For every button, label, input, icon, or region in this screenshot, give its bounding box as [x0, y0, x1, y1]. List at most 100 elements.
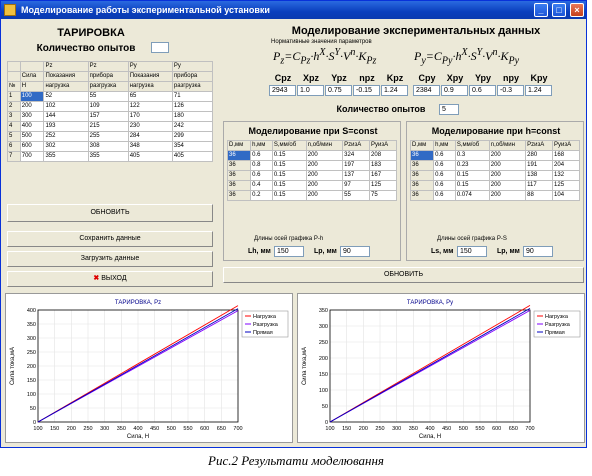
table-cell[interactable]: 6 [7, 141, 21, 152]
table-cell[interactable]: 170 [127, 111, 173, 122]
table-cell[interactable]: 117 [525, 180, 554, 191]
table-cell[interactable]: 109 [87, 101, 129, 112]
table-cell[interactable]: 125 [369, 180, 397, 191]
table-cell[interactable]: 144 [43, 111, 89, 122]
table-cell[interactable]: 126 [171, 101, 214, 112]
table-cell[interactable]: 65 [127, 91, 173, 102]
table-cell[interactable]: разгрузка [87, 81, 129, 92]
table-cell[interactable]: 0.23 [454, 160, 490, 171]
table-cell[interactable]: 204 [552, 160, 580, 171]
table-cell[interactable]: 405 [171, 151, 214, 162]
table-cell[interactable]: 200 [305, 180, 344, 191]
table-cell[interactable]: 348 [127, 141, 173, 152]
table-cell[interactable]: S,мм/об [454, 140, 490, 151]
table-cell[interactable]: Pz [87, 61, 129, 72]
table-cell[interactable]: 138 [525, 170, 554, 181]
table-cell[interactable]: 0.4 [250, 180, 273, 191]
table-cell[interactable]: 700 [19, 151, 45, 162]
table-cell[interactable]: PyизА [369, 140, 397, 151]
table-cell[interactable]: 200 [488, 150, 527, 161]
table-cell[interactable]: 200 [305, 170, 344, 181]
table-cell[interactable]: прибора [171, 71, 214, 82]
table-cell[interactable]: 300 [19, 111, 45, 122]
table-cell[interactable]: 191 [525, 160, 554, 171]
table-cell[interactable]: 183 [369, 160, 397, 171]
table-cell[interactable]: 7 [7, 151, 21, 162]
table-cell[interactable]: 0.6 [433, 180, 456, 191]
table-cell[interactable]: 36 [409, 170, 435, 181]
table-cell[interactable]: 52 [43, 91, 89, 102]
table-cell[interactable]: 102 [43, 101, 89, 112]
table-cell[interactable]: h,мм [250, 140, 273, 151]
table-cell[interactable]: 97 [342, 180, 371, 191]
minimize-button[interactable]: _ [534, 3, 548, 17]
table-cell[interactable]: PyизА [552, 140, 580, 151]
mod-update-button[interactable]: ОБНОВИТЬ [223, 267, 584, 283]
table-cell[interactable]: 132 [552, 170, 580, 181]
param-input[interactable]: 1.24 [525, 85, 552, 96]
table-cell[interactable]: 252 [43, 131, 89, 142]
table-cell[interactable]: прибора [87, 71, 129, 82]
table-cell[interactable]: 4 [7, 121, 21, 132]
table-cell[interactable]: 0.15 [271, 180, 307, 191]
param-input[interactable]: 1.24 [381, 85, 408, 96]
table-cell[interactable] [7, 71, 21, 82]
table-cell[interactable]: 157 [87, 111, 129, 122]
tar-update-button[interactable]: ОБНОВИТЬ [7, 204, 213, 222]
table-cell[interactable]: 500 [19, 131, 45, 142]
table-cell[interactable]: Показания [127, 71, 173, 82]
table-cell[interactable]: 3 [7, 111, 21, 122]
table-cell[interactable]: 308 [87, 141, 129, 152]
table-cell[interactable]: № [7, 81, 21, 92]
table-cell[interactable]: 0.6 [433, 150, 456, 161]
table-cell[interactable]: Py [171, 61, 214, 72]
param-input[interactable]: 1.0 [297, 85, 324, 96]
table-cell[interactable]: 200 [488, 160, 527, 171]
table-cell[interactable]: 36 [409, 180, 435, 191]
param-input[interactable]: -0.3 [497, 85, 524, 96]
table-cell[interactable]: 168 [552, 150, 580, 161]
param-input[interactable]: 2943 [269, 85, 296, 96]
table-cell[interactable]: 36 [226, 150, 252, 161]
table-cell[interactable]: 0.3 [454, 150, 490, 161]
h-const-table[interactable]: D,мм h,мм S,мм/об n,об/мин PzизА PyизА 36 0.6 0.… [409, 140, 580, 201]
table-cell[interactable]: 36 [409, 150, 435, 161]
table-cell[interactable]: 299 [171, 131, 214, 142]
table-cell[interactable]: нагрузка [43, 81, 89, 92]
table-cell[interactable]: D,мм [409, 140, 435, 151]
table-cell[interactable]: 0.074 [454, 190, 490, 201]
table-cell[interactable]: 36 [226, 190, 252, 201]
table-cell[interactable]: 2 [7, 101, 21, 112]
table-cell[interactable]: 0.15 [271, 150, 307, 161]
s-const-table[interactable]: D,мм h,мм S,мм/об n,об/мин PzизА PyизА 36 0.6 0.… [226, 140, 397, 201]
table-cell[interactable] [7, 61, 21, 72]
maximize-button[interactable]: □ [552, 3, 566, 17]
table-cell[interactable]: нагрузка [127, 81, 173, 92]
table-cell[interactable]: 284 [127, 131, 173, 142]
table-cell[interactable]: 230 [127, 121, 173, 132]
table-cell[interactable]: PzизА [342, 140, 371, 151]
table-cell[interactable]: 55 [342, 190, 371, 201]
table-cell[interactable]: 242 [171, 121, 214, 132]
close-button[interactable]: × [570, 3, 584, 17]
ls-input[interactable]: 150 [457, 246, 487, 257]
param-input[interactable]: 0.75 [325, 85, 352, 96]
table-cell[interactable]: PzизА [525, 140, 554, 151]
save-data-button[interactable]: Сохранить данные [7, 231, 213, 247]
table-cell[interactable]: S,мм/об [271, 140, 307, 151]
table-cell[interactable]: 208 [369, 150, 397, 161]
table-cell[interactable]: 200 [305, 150, 344, 161]
table-cell[interactable]: 0.15 [271, 160, 307, 171]
table-cell[interactable]: 0.15 [454, 170, 490, 181]
table-cell[interactable]: 355 [43, 151, 89, 162]
table-cell[interactable]: 197 [342, 160, 371, 171]
table-cell[interactable]: 36 [409, 190, 435, 201]
table-cell[interactable]: 200 [488, 180, 527, 191]
table-cell[interactable]: 215 [87, 121, 129, 132]
table-cell[interactable]: 104 [552, 190, 580, 201]
load-data-button[interactable]: Загрузить данные [7, 251, 213, 267]
table-cell[interactable]: Показания [43, 71, 89, 82]
table-cell[interactable]: 355 [87, 151, 129, 162]
tar-count-input[interactable] [151, 42, 169, 53]
table-cell[interactable]: 405 [127, 151, 173, 162]
